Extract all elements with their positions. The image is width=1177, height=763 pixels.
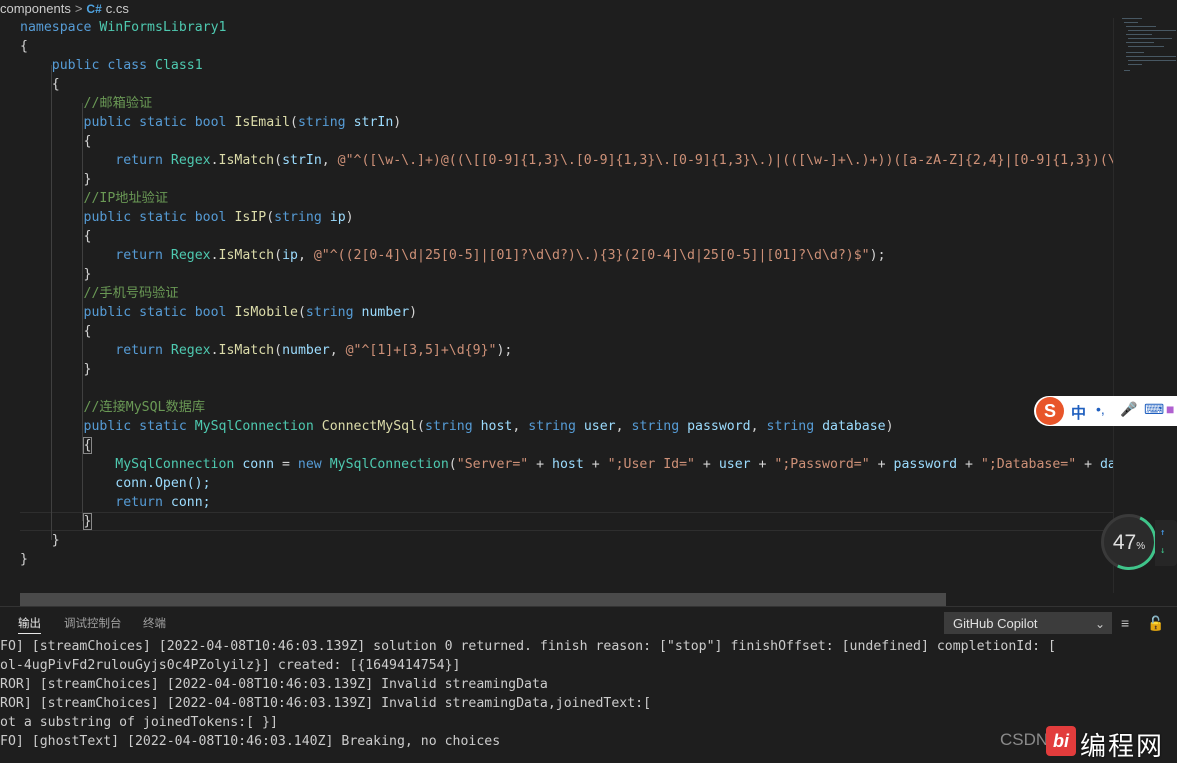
- code-line: {: [51, 77, 60, 92]
- chevron-right-icon: >: [74, 1, 83, 16]
- code-line: }: [20, 552, 28, 567]
- output-channel-value: GitHub Copilot: [953, 616, 1038, 631]
- ime-toolbar[interactable]: S 中 •, 🎤 ⌨ ■: [1034, 396, 1177, 426]
- network-speed-indicator: ↑ ↓: [1155, 520, 1177, 566]
- code-line: public static bool IsMobile(string numbe…: [83, 305, 418, 320]
- log-line: FO] [ghostText] [2022-04-08T10:46:03.140…: [0, 734, 501, 749]
- skin-icon[interactable]: ■: [1166, 401, 1174, 417]
- code-line: }: [83, 172, 92, 187]
- code-line: {: [83, 229, 92, 244]
- log-line: ROR] [streamChoices] [2022-04-08T10:46:0…: [0, 677, 548, 692]
- list-filter-icon[interactable]: ≡: [1121, 615, 1129, 631]
- log-line: FO] [streamChoices] [2022-04-08T10:46:03…: [0, 640, 1056, 654]
- breadcrumb-file[interactable]: c.cs: [106, 1, 129, 16]
- log-line: ot a substring of joinedTokens:[ }]: [0, 715, 278, 730]
- gauge-readout: 47%: [1112, 531, 1146, 554]
- sogou-logo-icon[interactable]: S: [1036, 397, 1064, 425]
- code-line: public static bool IsEmail(string strIn): [83, 115, 402, 130]
- code-line: {: [83, 324, 92, 339]
- microphone-icon[interactable]: 🎤: [1120, 401, 1137, 418]
- code-line: }: [83, 267, 92, 282]
- code-line: }: [82, 513, 93, 530]
- code-line: public static bool IsIP(string ip): [83, 210, 354, 225]
- code-line: {: [20, 39, 28, 54]
- code-editor[interactable]: namespace WinFormsLibrary1 { public clas…: [0, 18, 1113, 593]
- breadcrumb-folder[interactable]: components: [0, 1, 71, 16]
- log-line: ROR] [streamChoices] [2022-04-08T10:46:0…: [0, 696, 652, 711]
- lock-icon[interactable]: 🔓: [1147, 615, 1164, 632]
- code-line: //邮箱验证: [83, 96, 153, 111]
- site-logo-icon: bi: [1046, 726, 1076, 756]
- tab-debug-console[interactable]: 调试控制台: [64, 615, 122, 633]
- code-line: namespace WinFormsLibrary1: [20, 20, 227, 35]
- keyboard-icon[interactable]: ⌨: [1144, 401, 1164, 418]
- code-line: //IP地址验证: [83, 191, 169, 206]
- log-line: ol-4ugPivFd2rulouGyjs0c4PZolyilz}] creat…: [0, 658, 461, 673]
- code-line: }: [51, 533, 60, 548]
- code-line: conn.Open();: [115, 476, 211, 491]
- arrow-down-icon: ↓: [1160, 546, 1166, 556]
- code-line: {: [83, 134, 92, 149]
- tab-output[interactable]: 输出: [18, 615, 41, 634]
- code-line: {: [82, 437, 93, 454]
- code-line: return conn;: [115, 495, 211, 510]
- output-channel-select[interactable]: GitHub Copilot ⌄: [944, 612, 1112, 634]
- current-line-highlight: [20, 512, 1113, 531]
- memory-gauge[interactable]: 47%: [1093, 506, 1165, 578]
- tab-terminal[interactable]: 终端: [143, 615, 166, 633]
- breadcrumb: components > C# c.cs: [0, 0, 1115, 18]
- horizontal-scrollbar[interactable]: [20, 593, 946, 606]
- csharp-file-icon: C#: [86, 2, 102, 16]
- code-line: }: [83, 362, 92, 377]
- arrow-up-icon: ↑: [1160, 528, 1166, 538]
- code-line: public static MySqlConnection ConnectMyS…: [83, 419, 894, 434]
- site-watermark-text: 编程网: [1080, 732, 1165, 762]
- code-line: //连接MySQL数据库: [83, 400, 206, 415]
- code-line: MySqlConnection conn = new MySqlConnecti…: [115, 457, 1113, 472]
- punctuation-icon[interactable]: •,: [1096, 401, 1105, 417]
- ime-language-toggle[interactable]: 中: [1071, 402, 1086, 423]
- csdn-watermark: CSDN: [1000, 730, 1049, 749]
- code-line: return Regex.IsMatch(number, @"^[1]+[3,5…: [115, 343, 513, 358]
- minimap[interactable]: [1113, 18, 1177, 593]
- code-line: return Regex.IsMatch(ip, @"^((2[0-4]\d|2…: [115, 248, 886, 263]
- panel-header: 输出 调试控制台 终端 GitHub Copilot ⌄ ≡ 🔓: [0, 606, 1177, 640]
- code-line: return Regex.IsMatch(strIn, @"^([\w-\.]+…: [115, 153, 1113, 168]
- code-line: public class Class1: [51, 58, 203, 73]
- code-line: //手机号码验证: [83, 286, 179, 301]
- chevron-down-icon: ⌄: [1094, 617, 1105, 631]
